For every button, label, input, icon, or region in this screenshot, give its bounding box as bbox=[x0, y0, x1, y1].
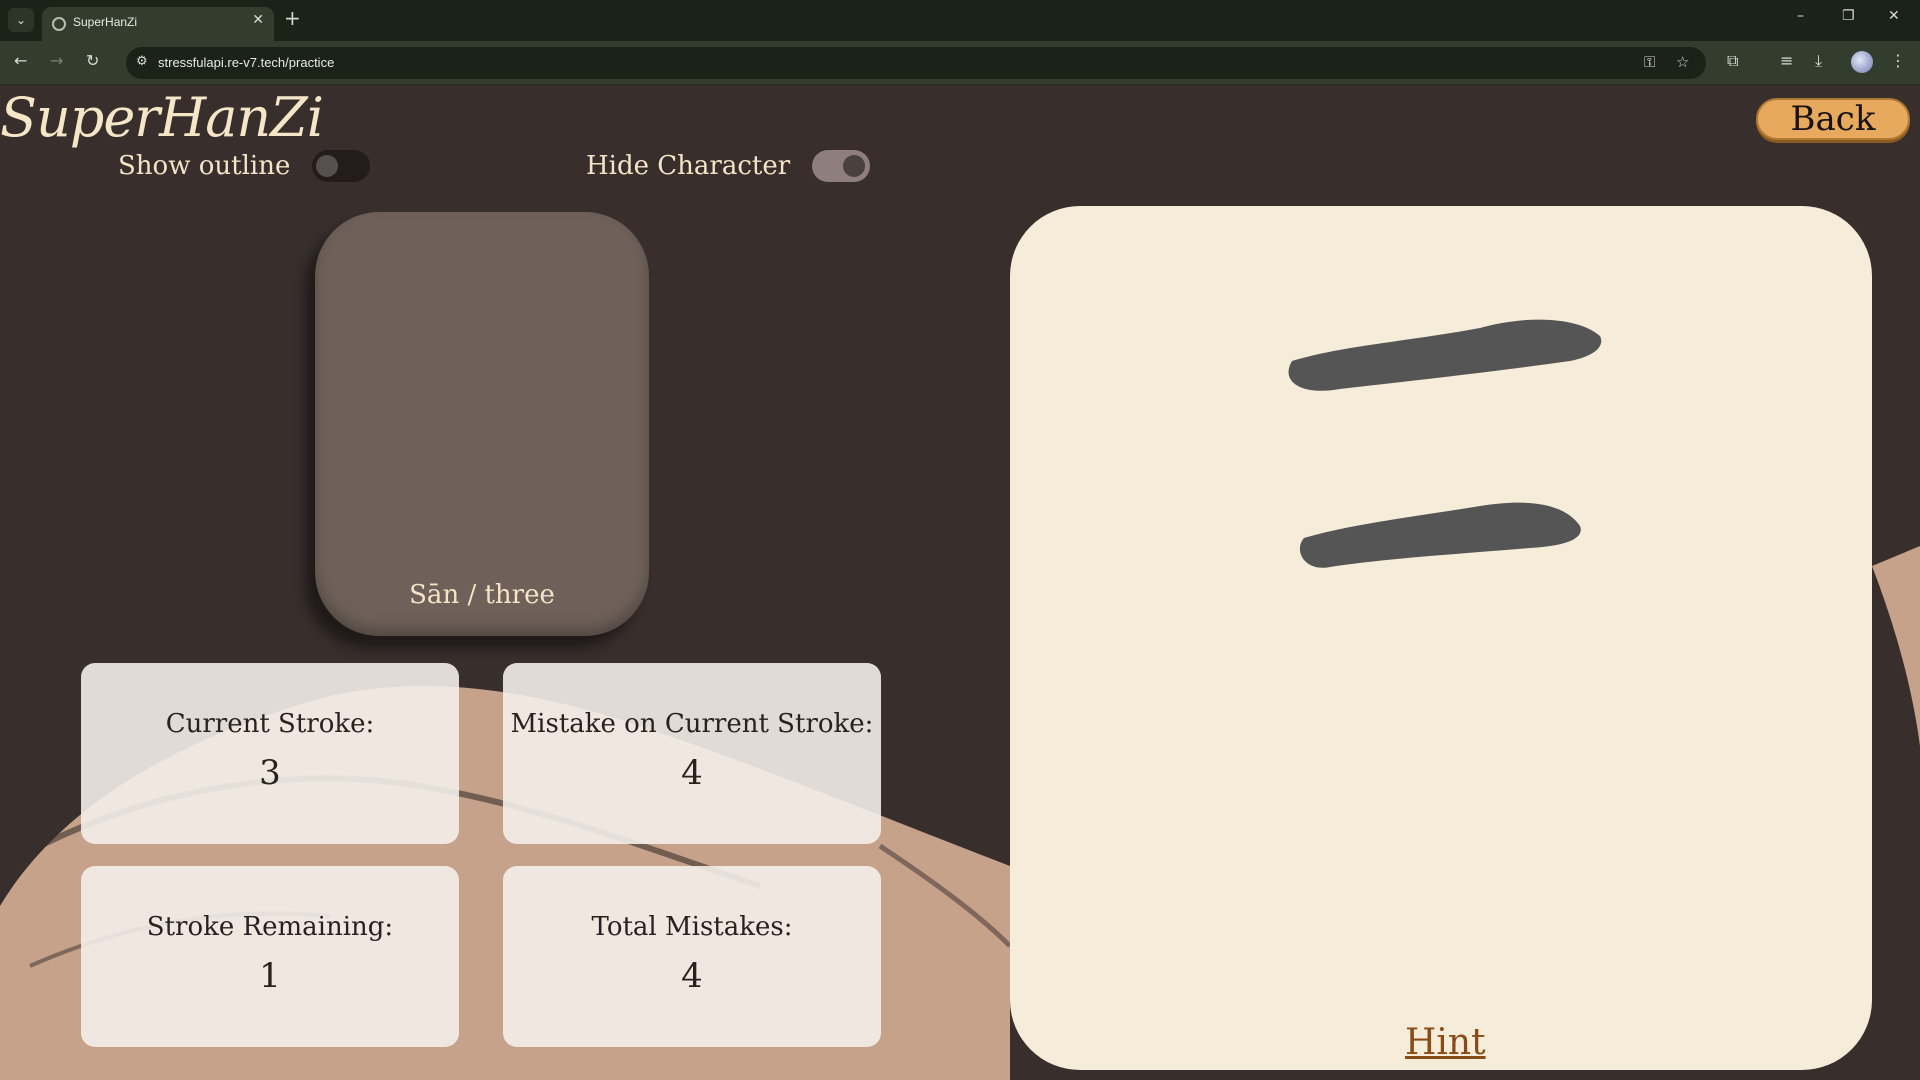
globe-icon bbox=[52, 17, 66, 31]
current-stroke-label: Current Stroke: bbox=[165, 709, 375, 739]
back-arrow-icon[interactable]: ← bbox=[14, 51, 27, 70]
browser-tab[interactable]: SuperHanZi ✕ bbox=[42, 7, 274, 41]
window-close-icon[interactable]: ✕ bbox=[1888, 8, 1900, 24]
url-text: stressfulapi.re-v7.tech/practice bbox=[158, 55, 335, 70]
address-bar[interactable]: ⚙ stressfulapi.re-v7.tech/practice ⚿ ☆ bbox=[126, 47, 1706, 79]
mistake-current-stroke-label: Mistake on Current Stroke: bbox=[510, 709, 874, 739]
profile-avatar[interactable] bbox=[1851, 51, 1873, 73]
current-stroke-card: Current Stroke: 3 bbox=[81, 663, 459, 844]
total-mistakes-label: Total Mistakes: bbox=[591, 912, 793, 942]
reload-icon[interactable]: ↻ bbox=[86, 51, 99, 70]
total-mistakes-value: 4 bbox=[681, 956, 703, 996]
hide-character-toggle-row: Hide Character bbox=[586, 150, 871, 182]
back-button[interactable]: Back bbox=[1756, 98, 1910, 140]
key-icon[interactable]: ⚿ bbox=[1644, 53, 1655, 71]
menu-icon[interactable]: ⋮ bbox=[1890, 51, 1906, 70]
site-settings-icon[interactable]: ⚙ bbox=[136, 54, 148, 69]
minimize-icon[interactable]: – bbox=[1797, 8, 1804, 24]
forward-arrow-icon[interactable]: → bbox=[50, 51, 63, 70]
mistake-current-stroke-value: 4 bbox=[681, 753, 703, 793]
extensions-icon[interactable]: ⧉ bbox=[1727, 51, 1738, 71]
stroke-1 bbox=[1288, 319, 1602, 391]
show-outline-toggle-row: Show outline bbox=[118, 150, 371, 182]
browser-tab-bar: ⌄ SuperHanZi ✕ + – ❐ ✕ bbox=[0, 0, 1920, 41]
restore-icon[interactable]: ❐ bbox=[1842, 8, 1855, 24]
show-outline-label: Show outline bbox=[118, 151, 291, 181]
stroke-2 bbox=[1299, 502, 1581, 568]
current-stroke-value: 3 bbox=[259, 753, 281, 793]
media-icon[interactable]: ≡ bbox=[1780, 51, 1793, 70]
download-icon[interactable]: ⤓ bbox=[1815, 51, 1822, 71]
stroke-remaining-label: Stroke Remaining: bbox=[146, 912, 394, 942]
character-caption: Sān / three bbox=[409, 580, 555, 610]
character-card: Sān / three bbox=[315, 212, 649, 636]
switch-knob bbox=[843, 155, 866, 177]
mistake-current-stroke-card: Mistake on Current Stroke: 4 bbox=[503, 663, 881, 844]
show-outline-switch[interactable] bbox=[312, 150, 371, 182]
app-logo[interactable]: SuperHanZi bbox=[0, 86, 324, 149]
total-mistakes-card: Total Mistakes: 4 bbox=[503, 866, 881, 1047]
browser-toolbar: ← → ↻ ⚙ stressfulapi.re-v7.tech/practice… bbox=[0, 41, 1920, 85]
switch-knob bbox=[316, 155, 339, 177]
drawn-strokes bbox=[1288, 319, 1602, 568]
hint-link[interactable]: Hint bbox=[1405, 1022, 1486, 1063]
stroke-remaining-card: Stroke Remaining: 1 bbox=[81, 866, 459, 1047]
plus-icon[interactable]: + bbox=[284, 6, 301, 30]
hide-character-label: Hide Character bbox=[586, 151, 791, 181]
tab-title: SuperHanZi bbox=[73, 15, 138, 29]
stroke-remaining-value: 1 bbox=[259, 956, 281, 996]
tab-search-icon[interactable]: ⌄ bbox=[8, 8, 34, 32]
practice-page: SuperHanZi Show outline Hide Character B… bbox=[0, 86, 1920, 1080]
close-icon[interactable]: ✕ bbox=[252, 12, 264, 28]
writing-canvas[interactable] bbox=[1010, 206, 1872, 1070]
hide-character-switch[interactable] bbox=[812, 150, 871, 182]
star-icon[interactable]: ☆ bbox=[1676, 53, 1689, 71]
